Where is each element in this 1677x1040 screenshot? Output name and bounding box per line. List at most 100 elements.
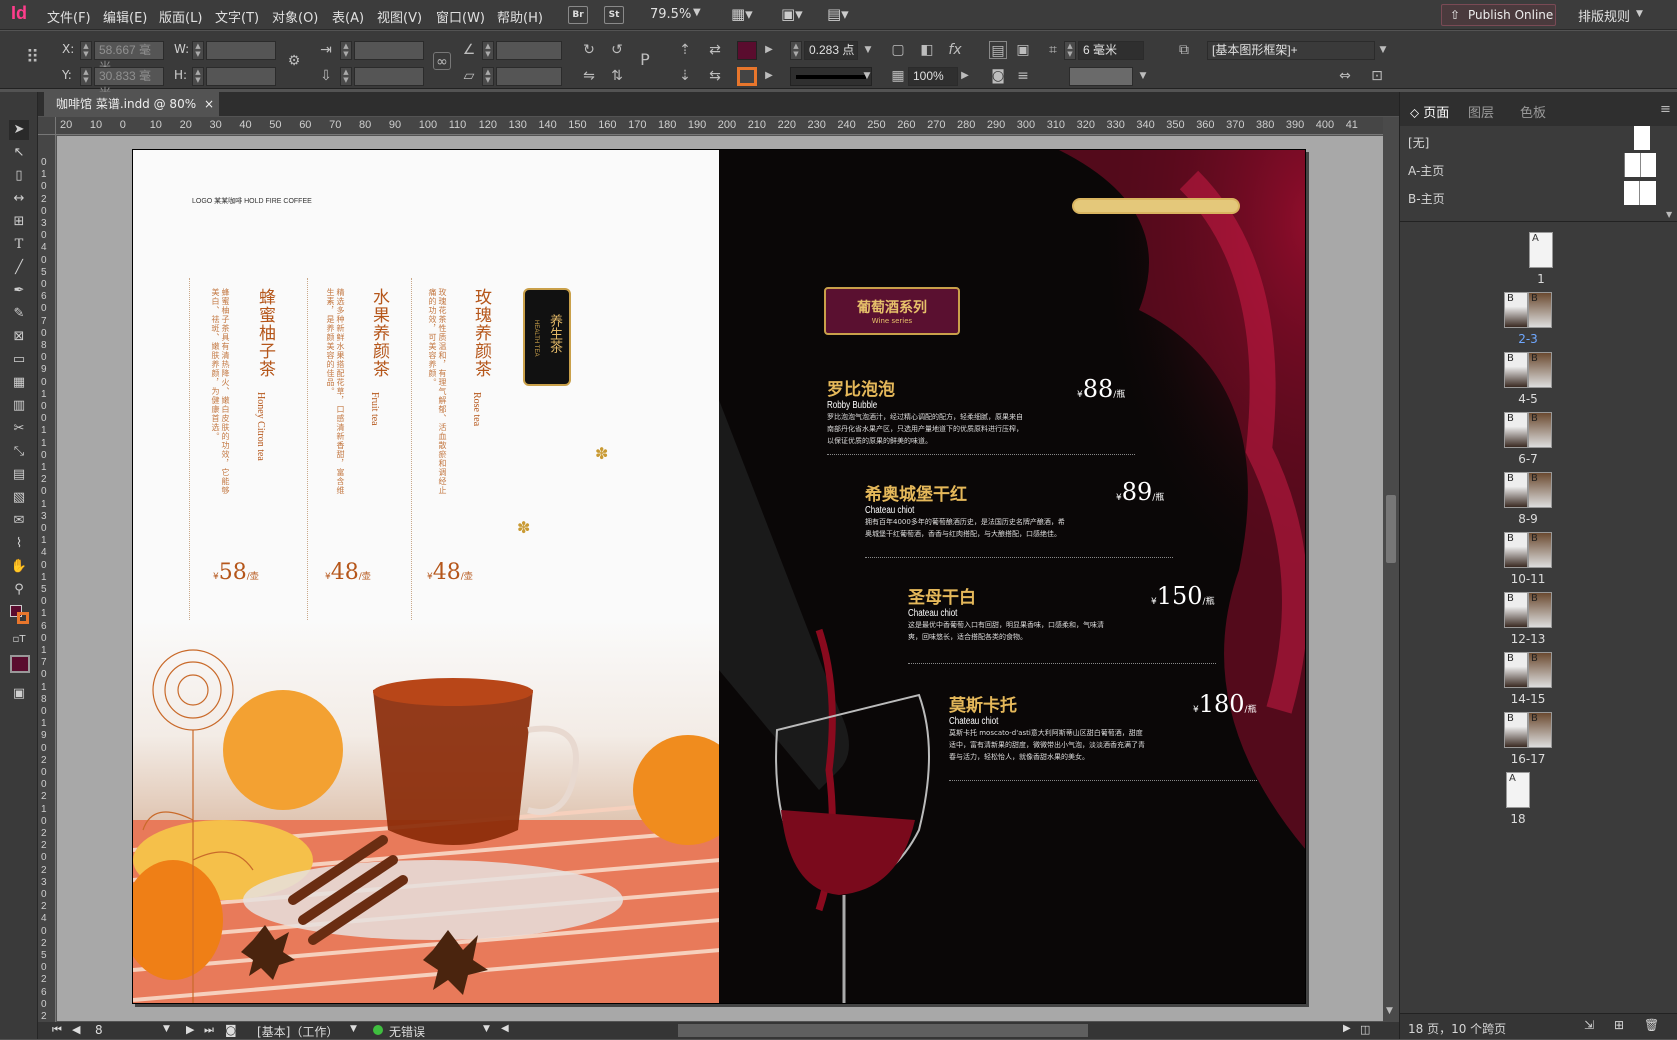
text-wrap-icon[interactable]: ▤ [989, 41, 1007, 59]
preflight-profile[interactable]: [基本]（工作） [257, 1023, 338, 1040]
ruler-origin[interactable] [38, 117, 56, 135]
workspace-switcher[interactable]: 排版规则 [1578, 6, 1630, 25]
panel-menu-icon[interactable]: ⊡ [1368, 67, 1386, 85]
prev-page-icon[interactable]: ◀ [72, 1023, 80, 1036]
object-style-field[interactable]: [基本图形框架]+ [1207, 41, 1375, 60]
stroke-weight-dropdown-icon[interactable]: ▼ [859, 41, 877, 59]
x-field[interactable]: 58.667 毫米 [94, 41, 164, 74]
page-thumb-label[interactable]: 14-15 [1498, 692, 1558, 706]
opacity-icon[interactable]: ▦ [889, 67, 907, 85]
stroke-weight-field[interactable]: 0.283 点 [804, 41, 858, 60]
rectangle-frame-tool-icon[interactable]: ⊠ [9, 327, 29, 347]
page-thumb-image[interactable]: B [1504, 712, 1528, 748]
scale-x-spinner[interactable]: ▲ ▼ [340, 41, 352, 60]
page-thumb-image[interactable]: B [1528, 592, 1552, 628]
master-b[interactable]: B-主页 [1408, 190, 1445, 207]
hscroll-right-icon[interactable]: ▶ [1343, 1023, 1351, 1034]
vertical-scrollbar[interactable]: ▼ [1383, 117, 1399, 1022]
rotate-ccw-icon[interactable]: ↺ [608, 41, 626, 59]
master-b-thumb[interactable] [1624, 181, 1656, 205]
page-thumb-image[interactable]: B [1504, 532, 1528, 568]
hscroll-left-icon[interactable]: ◀ [501, 1023, 509, 1034]
view-options-icon[interactable]: ▦▾ [731, 5, 753, 23]
quick-apply-icon[interactable]: ⇔ [1336, 67, 1354, 85]
horizontal-ruler[interactable]: 20 10 0 10 20 30 40 50 60 70 80 90 100 110 120 130 140 15… [56, 117, 1383, 135]
gradient-tool-icon[interactable]: ▤ [9, 465, 29, 485]
publish-online-button[interactable]: ⇧ Publish Online [1441, 4, 1556, 26]
direct-selection-tool-icon[interactable]: ↖ [9, 143, 29, 163]
wrap-bounding-icon[interactable]: ▣ [1014, 41, 1032, 59]
rectangle-tool-icon[interactable]: ▭ [9, 350, 29, 370]
page-thumb-label[interactable]: 12-13 [1498, 632, 1558, 646]
page-thumb-image[interactable]: B [1528, 352, 1552, 388]
page-thumb-image[interactable]: B [1528, 652, 1552, 688]
pen-tool-icon[interactable]: ✒ [9, 281, 29, 301]
first-page-icon[interactable]: ⏮ [52, 1023, 62, 1037]
drop-shadow-icon[interactable]: ▢ [889, 41, 907, 59]
scale-x-icon[interactable]: ⇥ [317, 41, 335, 59]
apply-color-icon[interactable] [10, 655, 30, 673]
page-thumb-image[interactable]: B [1528, 472, 1552, 508]
page-dropdown-icon[interactable]: ▼ [163, 1024, 170, 1034]
delete-page-icon[interactable]: 🗑 [1644, 1018, 1659, 1032]
page-thumb-image[interactable]: B [1528, 292, 1552, 328]
h-field[interactable] [206, 67, 276, 86]
w-spinner[interactable]: ▲ ▼ [192, 41, 204, 60]
hand-tool-icon[interactable]: ✋ [9, 557, 29, 577]
page-thumb-label[interactable]: 16-17 [1498, 752, 1558, 766]
scale-y-spinner[interactable]: ▲ ▼ [340, 67, 352, 86]
content-collector-icon[interactable]: ⊞ [9, 212, 29, 232]
page-thumb-image[interactable]: B [1528, 532, 1552, 568]
constrain-proportions-icon[interactable]: ⚙ [285, 52, 303, 70]
formatting-affects-icon[interactable]: ▫T [9, 630, 29, 650]
tab-swatches[interactable]: 色板 [1520, 102, 1546, 121]
preflight-dropdown-icon[interactable]: ▼ [483, 1024, 490, 1034]
scale-x-field[interactable] [354, 41, 424, 60]
open-page-icon[interactable]: ◙ [225, 1023, 237, 1037]
fill-swatch[interactable] [737, 41, 757, 60]
scissors-tool-icon[interactable]: ✂ [9, 419, 29, 439]
stroke-swatch[interactable] [737, 67, 757, 86]
frame-option-field[interactable] [1069, 67, 1133, 86]
zoom-dropdown-icon[interactable]: ▼ [693, 7, 701, 18]
arrange-documents-icon[interactable]: ▤▾ [827, 5, 849, 23]
scroll-thumb[interactable] [1386, 495, 1396, 563]
pencil-tool-icon[interactable]: ✎ [9, 304, 29, 324]
flip-v-icon[interactable]: ⇅ [608, 67, 626, 85]
w-field[interactable] [206, 41, 276, 60]
last-page-icon[interactable]: ⏭ [204, 1023, 214, 1037]
opacity-dropdown-icon[interactable]: ▶ [956, 67, 974, 85]
close-tab-icon[interactable]: × [204, 92, 214, 116]
tab-pages[interactable]: ⬦ 页面 [1410, 102, 1449, 121]
autofit-icon[interactable]: ◙ [989, 67, 1007, 85]
page-thumb-image[interactable]: B [1504, 352, 1528, 388]
menu-window[interactable]: 窗口(W) [436, 7, 485, 26]
scale-y-field[interactable] [354, 67, 424, 86]
scale-y-icon[interactable]: ⇩ [317, 67, 335, 85]
menu-edit[interactable]: 编辑(E) [103, 7, 147, 26]
x-spinner[interactable]: ▲ ▼ [80, 41, 92, 60]
page-thumb-image[interactable]: B [1528, 412, 1552, 448]
page-thumb-image[interactable]: B [1504, 472, 1528, 508]
panel-menu-icon[interactable]: ≡ [1660, 102, 1671, 117]
y-spinner[interactable]: ▲ ▼ [80, 67, 92, 86]
stroke-weight-spinner[interactable]: ▲ ▼ [790, 41, 802, 60]
page-thumb-label[interactable]: 6-7 [1498, 452, 1558, 466]
rotation-icon[interactable]: ∠ [460, 41, 478, 59]
workspace-dropdown-icon[interactable]: ▼ [1636, 9, 1643, 19]
fill-dropdown-icon[interactable]: ▶ [760, 41, 778, 59]
shear-spinner[interactable]: ▲ ▼ [482, 67, 494, 86]
gap-tool-icon[interactable]: ↔ [9, 189, 29, 209]
select-next-icon[interactable]: ⇆ [706, 67, 724, 85]
page-thumb-label[interactable]: 1 [1511, 272, 1571, 286]
line-tool-icon[interactable]: ╱ [9, 258, 29, 278]
flip-h-icon[interactable]: ⇋ [580, 67, 598, 85]
table-tool-icon[interactable]: ▦ [9, 373, 29, 393]
rotate-cw-icon[interactable]: ↻ [580, 41, 598, 59]
edit-page-size-icon[interactable]: ⇲ [1584, 1018, 1594, 1032]
screen-mode-icon[interactable]: ▣▾ [781, 5, 803, 23]
page-thumb-label[interactable]: 2-3 [1498, 332, 1558, 346]
page-thumb-image[interactable]: B [1528, 712, 1552, 748]
menu-file[interactable]: 文件(F) [47, 7, 91, 26]
note-tool-icon[interactable]: ✉ [9, 511, 29, 531]
